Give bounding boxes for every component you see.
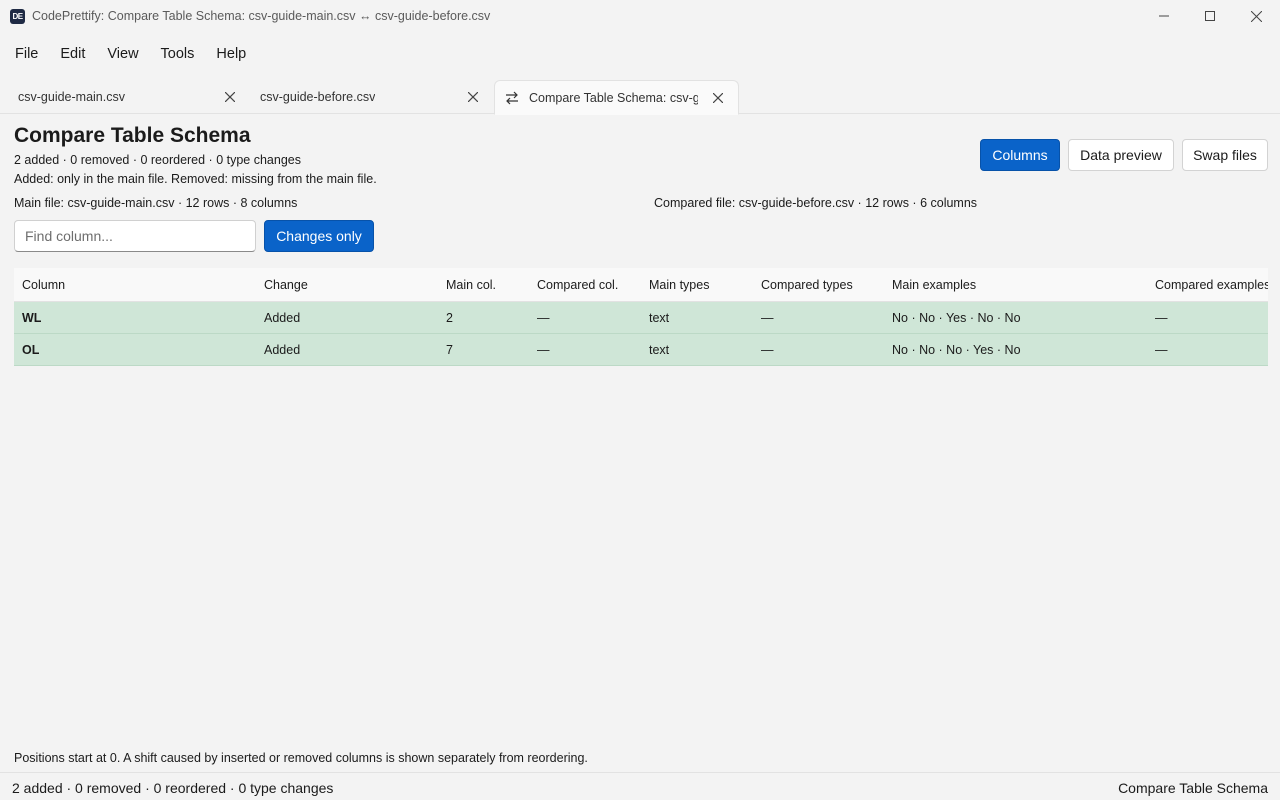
column-header-column[interactable]: Column [22,268,65,302]
cell-main-examples: No · No · No · Yes · No [892,343,1021,357]
close-icon [713,93,723,103]
table-header: Column Change Main col. Compared col. Ma… [14,268,1268,302]
tab-compare-table-schema[interactable]: Compare Table Schema: csv-guide-main.csv [494,80,739,115]
close-icon [468,92,478,102]
column-header-compared-types[interactable]: Compared types [761,268,853,302]
cell-compared-examples: — [1155,343,1168,357]
changes-only-toggle[interactable]: Changes only [264,220,374,252]
column-header-main-col[interactable]: Main col. [446,268,496,302]
status-summary: 2 added · 0 removed · 0 reordered · 0 ty… [12,780,334,796]
tab-label: Compare Table Schema: csv-guide-main.csv [529,91,698,105]
cell-change: Added [264,311,301,325]
column-header-change[interactable]: Change [264,268,308,302]
column-header-compared-col[interactable]: Compared col. [537,268,618,302]
cell-main-col: 7 [446,343,453,357]
maximize-button[interactable] [1187,0,1233,32]
compared-file-info: Compared file: csv-guide-before.csv · 12… [654,196,978,210]
status-bar: 2 added · 0 removed · 0 reordered · 0 ty… [0,772,1280,800]
cell-column-name: WL [22,311,42,325]
window-title: CodePrettify: Compare Table Schema: csv-… [32,9,491,23]
tab-csv-guide-main[interactable]: csv-guide-main.csv [0,80,248,114]
tab-close-button[interactable] [710,90,726,106]
table-row[interactable]: WL Added 2 — text — No · No · Yes · No ·… [14,302,1268,334]
main-file-info: Main file: csv-guide-main.csv · 12 rows … [14,196,298,210]
change-summary: 2 added · 0 removed · 0 reordered · 0 ty… [14,153,301,167]
cell-change: Added [264,343,301,357]
tab-close-button[interactable] [465,89,481,105]
cell-main-col: 2 [446,311,453,325]
swap-files-button[interactable]: Swap files [1182,139,1268,171]
menu-help[interactable]: Help [205,40,257,68]
close-icon [225,92,235,102]
tab-csv-guide-before[interactable]: csv-guide-before.csv [248,80,494,114]
column-header-main-examples[interactable]: Main examples [892,268,976,302]
cell-main-examples: No · No · Yes · No · No [892,311,1021,325]
cell-compared-examples: — [1155,311,1168,325]
cell-compared-types: — [761,343,774,357]
menu-file[interactable]: File [4,40,49,68]
positions-footnote: Positions start at 0. A shift caused by … [14,751,588,765]
menu-edit[interactable]: Edit [49,40,96,68]
status-view-name: Compare Table Schema [1118,780,1268,796]
cell-compared-col: — [537,311,550,325]
column-header-main-types[interactable]: Main types [649,268,709,302]
columns-view-button[interactable]: Columns [980,139,1060,171]
column-header-compared-examples[interactable]: Compared examples [1155,268,1268,302]
table-row[interactable]: OL Added 7 — text — No · No · No · Yes ·… [14,334,1268,366]
menu-tools[interactable]: Tools [150,40,206,68]
menu-view[interactable]: View [96,40,149,68]
data-preview-button[interactable]: Data preview [1068,139,1174,171]
tab-bar: csv-guide-main.csv csv-guide-before.csv … [0,80,1280,115]
schema-compare-table: Column Change Main col. Compared col. Ma… [14,268,1268,366]
close-icon [1250,10,1262,22]
tab-close-button[interactable] [222,89,238,105]
app-logo-icon: DE [10,9,25,24]
page-title: Compare Table Schema [14,124,251,147]
menu-bar: File Edit View Tools Help [0,38,1280,70]
tab-label: csv-guide-main.csv [18,90,125,104]
close-window-button[interactable] [1233,0,1279,32]
minimize-icon [1159,15,1169,17]
minimize-button[interactable] [1141,0,1187,32]
cell-compared-types: — [761,311,774,325]
maximize-icon [1205,11,1215,21]
swap-arrows-icon [506,91,518,105]
cell-column-name: OL [22,343,40,357]
cell-main-types: text [649,311,670,325]
cell-compared-col: — [537,343,550,357]
change-legend: Added: only in the main file. Removed: m… [14,172,377,186]
cell-main-types: text [649,343,670,357]
find-column-input[interactable] [14,220,256,252]
title-bar: DE CodePrettify: Compare Table Schema: c… [0,0,1280,32]
tab-label: csv-guide-before.csv [260,90,376,104]
